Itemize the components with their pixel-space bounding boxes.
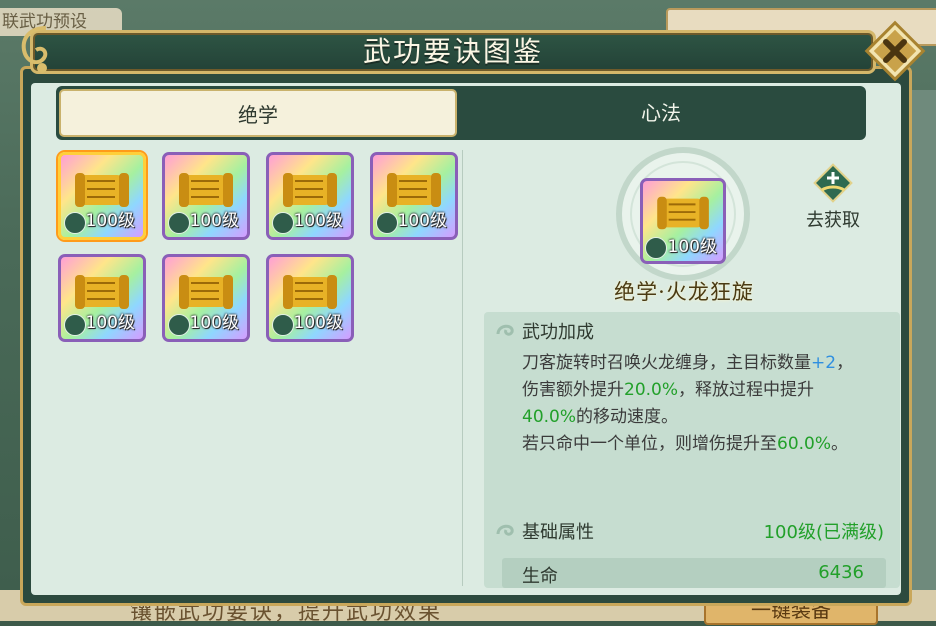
item-level: 100级 (397, 211, 447, 231)
column-divider (462, 150, 463, 586)
item-level: 100级 (189, 211, 239, 231)
desc-value: 20.0% (624, 380, 679, 400)
grid-item[interactable]: 100级 (162, 152, 250, 240)
attr-value: 6436 (818, 562, 864, 583)
background-side-column (912, 90, 936, 610)
effect-section-title: 武功加成 (522, 322, 594, 343)
plus-hand-icon (813, 163, 853, 203)
desc-text: 刀客旋转时召唤火龙缠身，主目标数量 (522, 353, 811, 373)
detail-pane: 100级 去获取 绝学·火龙狂旋 武功加成 刀客旋转时召唤火龙缠身，主目标数量+… (464, 146, 900, 588)
item-level: 100级 (85, 313, 135, 333)
blade-icon (64, 212, 86, 234)
attr-row: 生命 6436 (502, 558, 886, 588)
tab-juexue[interactable]: 绝学 (59, 89, 457, 137)
item-level: 100级 (189, 313, 239, 333)
bow-icon (272, 212, 294, 234)
max-level-label: 100级(已满级) (763, 522, 884, 543)
base-attr-title: 基础属性 (522, 522, 594, 543)
item-name-banner: 绝学·火龙狂旋 (564, 276, 804, 306)
dagger-icon (168, 314, 190, 336)
item-level: 100级 (293, 313, 343, 333)
desc-text: 。 (831, 434, 849, 454)
item-name: 绝学·火龙狂旋 (614, 280, 754, 304)
selected-item-level: 100级 (667, 237, 717, 257)
swirl-icon (496, 524, 514, 536)
cloud-ornament-icon (21, 26, 48, 73)
sword-icon (64, 314, 86, 336)
fan-icon (272, 314, 294, 336)
item-level: 100级 (293, 211, 343, 231)
spear-icon (168, 212, 190, 234)
obtain-button[interactable]: 去获取 (798, 162, 868, 232)
obtain-label: 去获取 (806, 210, 860, 231)
swirl-icon (496, 324, 514, 336)
grid-item[interactable]: 100级 (58, 254, 146, 342)
info-box: 武功加成 刀客旋转时召唤火龙缠身，主目标数量+2，伤害额外提升20.0%，释放过… (484, 312, 900, 588)
category-tabs: 绝学 心法 (56, 86, 866, 140)
blade-icon (645, 237, 667, 259)
grid-item[interactable]: 100级 (266, 254, 354, 342)
grid-item[interactable]: 100级 (370, 152, 458, 240)
title-bar: 武功要诀图鉴 (30, 30, 876, 74)
attr-name: 生命 (522, 566, 558, 587)
window-title: 武功要诀图鉴 (362, 35, 543, 68)
close-x-icon[interactable] (864, 20, 926, 82)
selected-item-icon: 100级 (640, 178, 726, 264)
grid-item[interactable]: 100级 (162, 254, 250, 342)
desc-value: +2 (811, 353, 837, 373)
grid-item[interactable]: 100级 (266, 152, 354, 240)
effect-description: 刀客旋转时召唤火龙缠身，主目标数量+2，伤害额外提升20.0%，释放过程中提升4… (522, 350, 862, 458)
desc-value: 40.0% (522, 407, 577, 427)
desc-text: 的移动速度。 (576, 407, 679, 427)
scroll-icon (657, 196, 709, 230)
tab-xinfa[interactable]: 心法 (459, 89, 863, 137)
grid-item[interactable]: 100级 (58, 152, 146, 240)
desc-text: ，释放过程中提升 (678, 380, 815, 400)
desc-text: 若只命中一个单位，则增伤提升至 (522, 434, 777, 454)
item-grid: 100级 100级 100级 100级 100级 100级 100级 (56, 150, 460, 580)
staff-icon (376, 212, 398, 234)
desc-value: 60.0% (777, 434, 832, 454)
item-level: 100级 (85, 211, 135, 231)
